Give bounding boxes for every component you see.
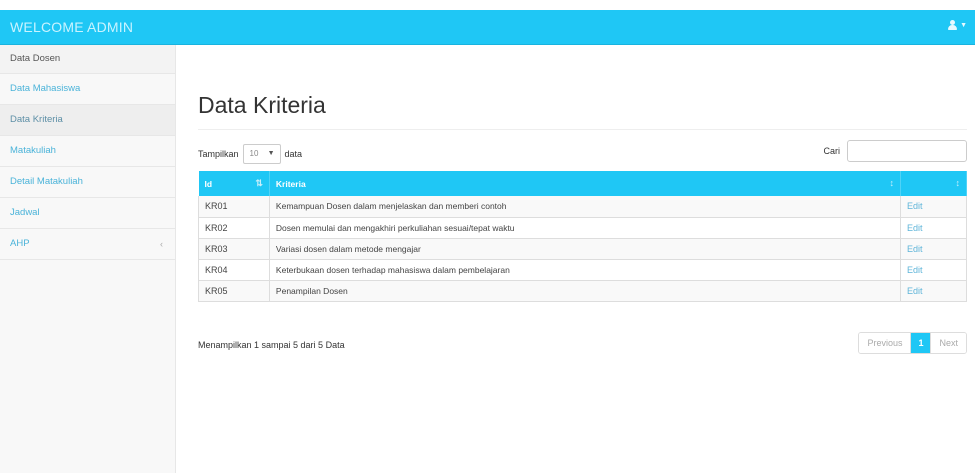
kriteria-table: Id ⇅ Kriteria ↕ ↕ KR01 Kemampuan Dosen d…: [198, 171, 967, 302]
caret-down-icon: ▼: [960, 21, 967, 29]
column-header-kriteria[interactable]: Kriteria ↕: [269, 171, 902, 196]
column-header-action: ↕: [900, 171, 967, 196]
sidebar-item-label: Jadwal: [10, 207, 40, 218]
cell-kriteria: Dosen memulai dan mengakhiri perkuliahan…: [269, 217, 902, 239]
pagination: Previous 1 Next: [858, 332, 967, 354]
top-navbar: WELCOME ADMIN ▼: [0, 10, 975, 45]
page-1-button[interactable]: 1: [911, 333, 932, 353]
sidebar-item-label: Data Kriteria: [10, 114, 63, 125]
sidebar-item-jadwal[interactable]: Jadwal: [0, 198, 175, 229]
next-page-button[interactable]: Next: [931, 333, 966, 353]
sidebar-item-label: Data Dosen: [10, 53, 61, 64]
cell-id: KR05: [198, 280, 270, 302]
cell-kriteria: Kemampuan Dosen dalam menjelaskan dan me…: [269, 196, 902, 218]
table-row: KR05 Penampilan Dosen Edit: [198, 280, 967, 302]
sidebar-item-label: Data Mahasiswa: [10, 83, 81, 94]
brand-title: WELCOME ADMIN: [10, 19, 134, 35]
edit-link[interactable]: Edit: [900, 196, 967, 218]
cell-id: KR04: [198, 259, 270, 281]
data-label: data: [284, 149, 303, 159]
table-row: KR02 Dosen memulai dan mengakhiri perkul…: [198, 217, 967, 239]
sort-icon: ↕: [889, 178, 895, 188]
page-length-value: 10: [249, 149, 259, 158]
cell-id: KR01: [198, 196, 270, 218]
sidebar: Data Dosen Data Mahasiswa Data Kriteria …: [0, 45, 176, 473]
chevron-left-icon: ‹: [160, 239, 163, 249]
table-header-row: Id ⇅ Kriteria ↕ ↕: [198, 171, 967, 196]
sidebar-item-label: Detail Matakuliah: [10, 176, 83, 187]
length-control: Tampilkan 10 ▼ data: [198, 144, 302, 164]
show-label: Tampilkan: [198, 149, 239, 159]
sidebar-item-detail-matakuliah[interactable]: Detail Matakuliah: [0, 167, 175, 198]
table-info: Menampilkan 1 sampai 5 dari 5 Data: [198, 340, 345, 350]
search-label: Cari: [823, 146, 840, 156]
edit-link[interactable]: Edit: [900, 280, 967, 302]
cell-id: KR02: [198, 217, 270, 239]
table-row: KR01 Kemampuan Dosen dalam menjelaskan d…: [198, 196, 967, 218]
sort-icon: ⇅: [255, 178, 263, 188]
main-content: Data Kriteria Tampilkan 10 ▼ data Cari I…: [177, 45, 975, 473]
column-header-id[interactable]: Id ⇅: [198, 171, 270, 196]
sidebar-item-label: Matakuliah: [10, 145, 56, 156]
table-row: KR04 Keterbukaan dosen terhadap mahasisw…: [198, 259, 967, 281]
sidebar-item-data-mahasiswa[interactable]: Data Mahasiswa: [0, 74, 175, 105]
cell-kriteria: Penampilan Dosen: [269, 280, 902, 302]
page-header: Data Kriteria: [198, 92, 967, 130]
page-title: Data Kriteria: [198, 92, 326, 118]
user-menu[interactable]: ▼: [948, 19, 967, 31]
cell-id: KR03: [198, 238, 270, 260]
table-row: KR03 Variasi dosen dalam metode mengajar…: [198, 238, 967, 260]
edit-link[interactable]: Edit: [900, 217, 967, 239]
edit-link[interactable]: Edit: [900, 238, 967, 260]
sidebar-item-matakuliah[interactable]: Matakuliah: [0, 136, 175, 167]
search-control: Cari: [823, 140, 967, 162]
sidebar-item-data-kriteria[interactable]: Data Kriteria: [0, 105, 175, 136]
sort-icon: ↕: [955, 178, 961, 188]
previous-page-button[interactable]: Previous: [859, 333, 912, 353]
sidebar-item-label: AHP: [10, 238, 30, 249]
user-icon: [948, 19, 958, 31]
dropdown-arrow-icon: ▼: [267, 150, 275, 157]
cell-kriteria: Variasi dosen dalam metode mengajar: [269, 238, 902, 260]
search-input[interactable]: [847, 140, 967, 162]
cell-kriteria: Keterbukaan dosen terhadap mahasiswa dal…: [269, 259, 902, 281]
sidebar-item-ahp[interactable]: AHP ‹: [0, 229, 175, 260]
page-length-select[interactable]: 10 ▼: [242, 144, 281, 164]
sidebar-item-data-dosen[interactable]: Data Dosen: [0, 45, 175, 74]
edit-link[interactable]: Edit: [900, 259, 967, 281]
